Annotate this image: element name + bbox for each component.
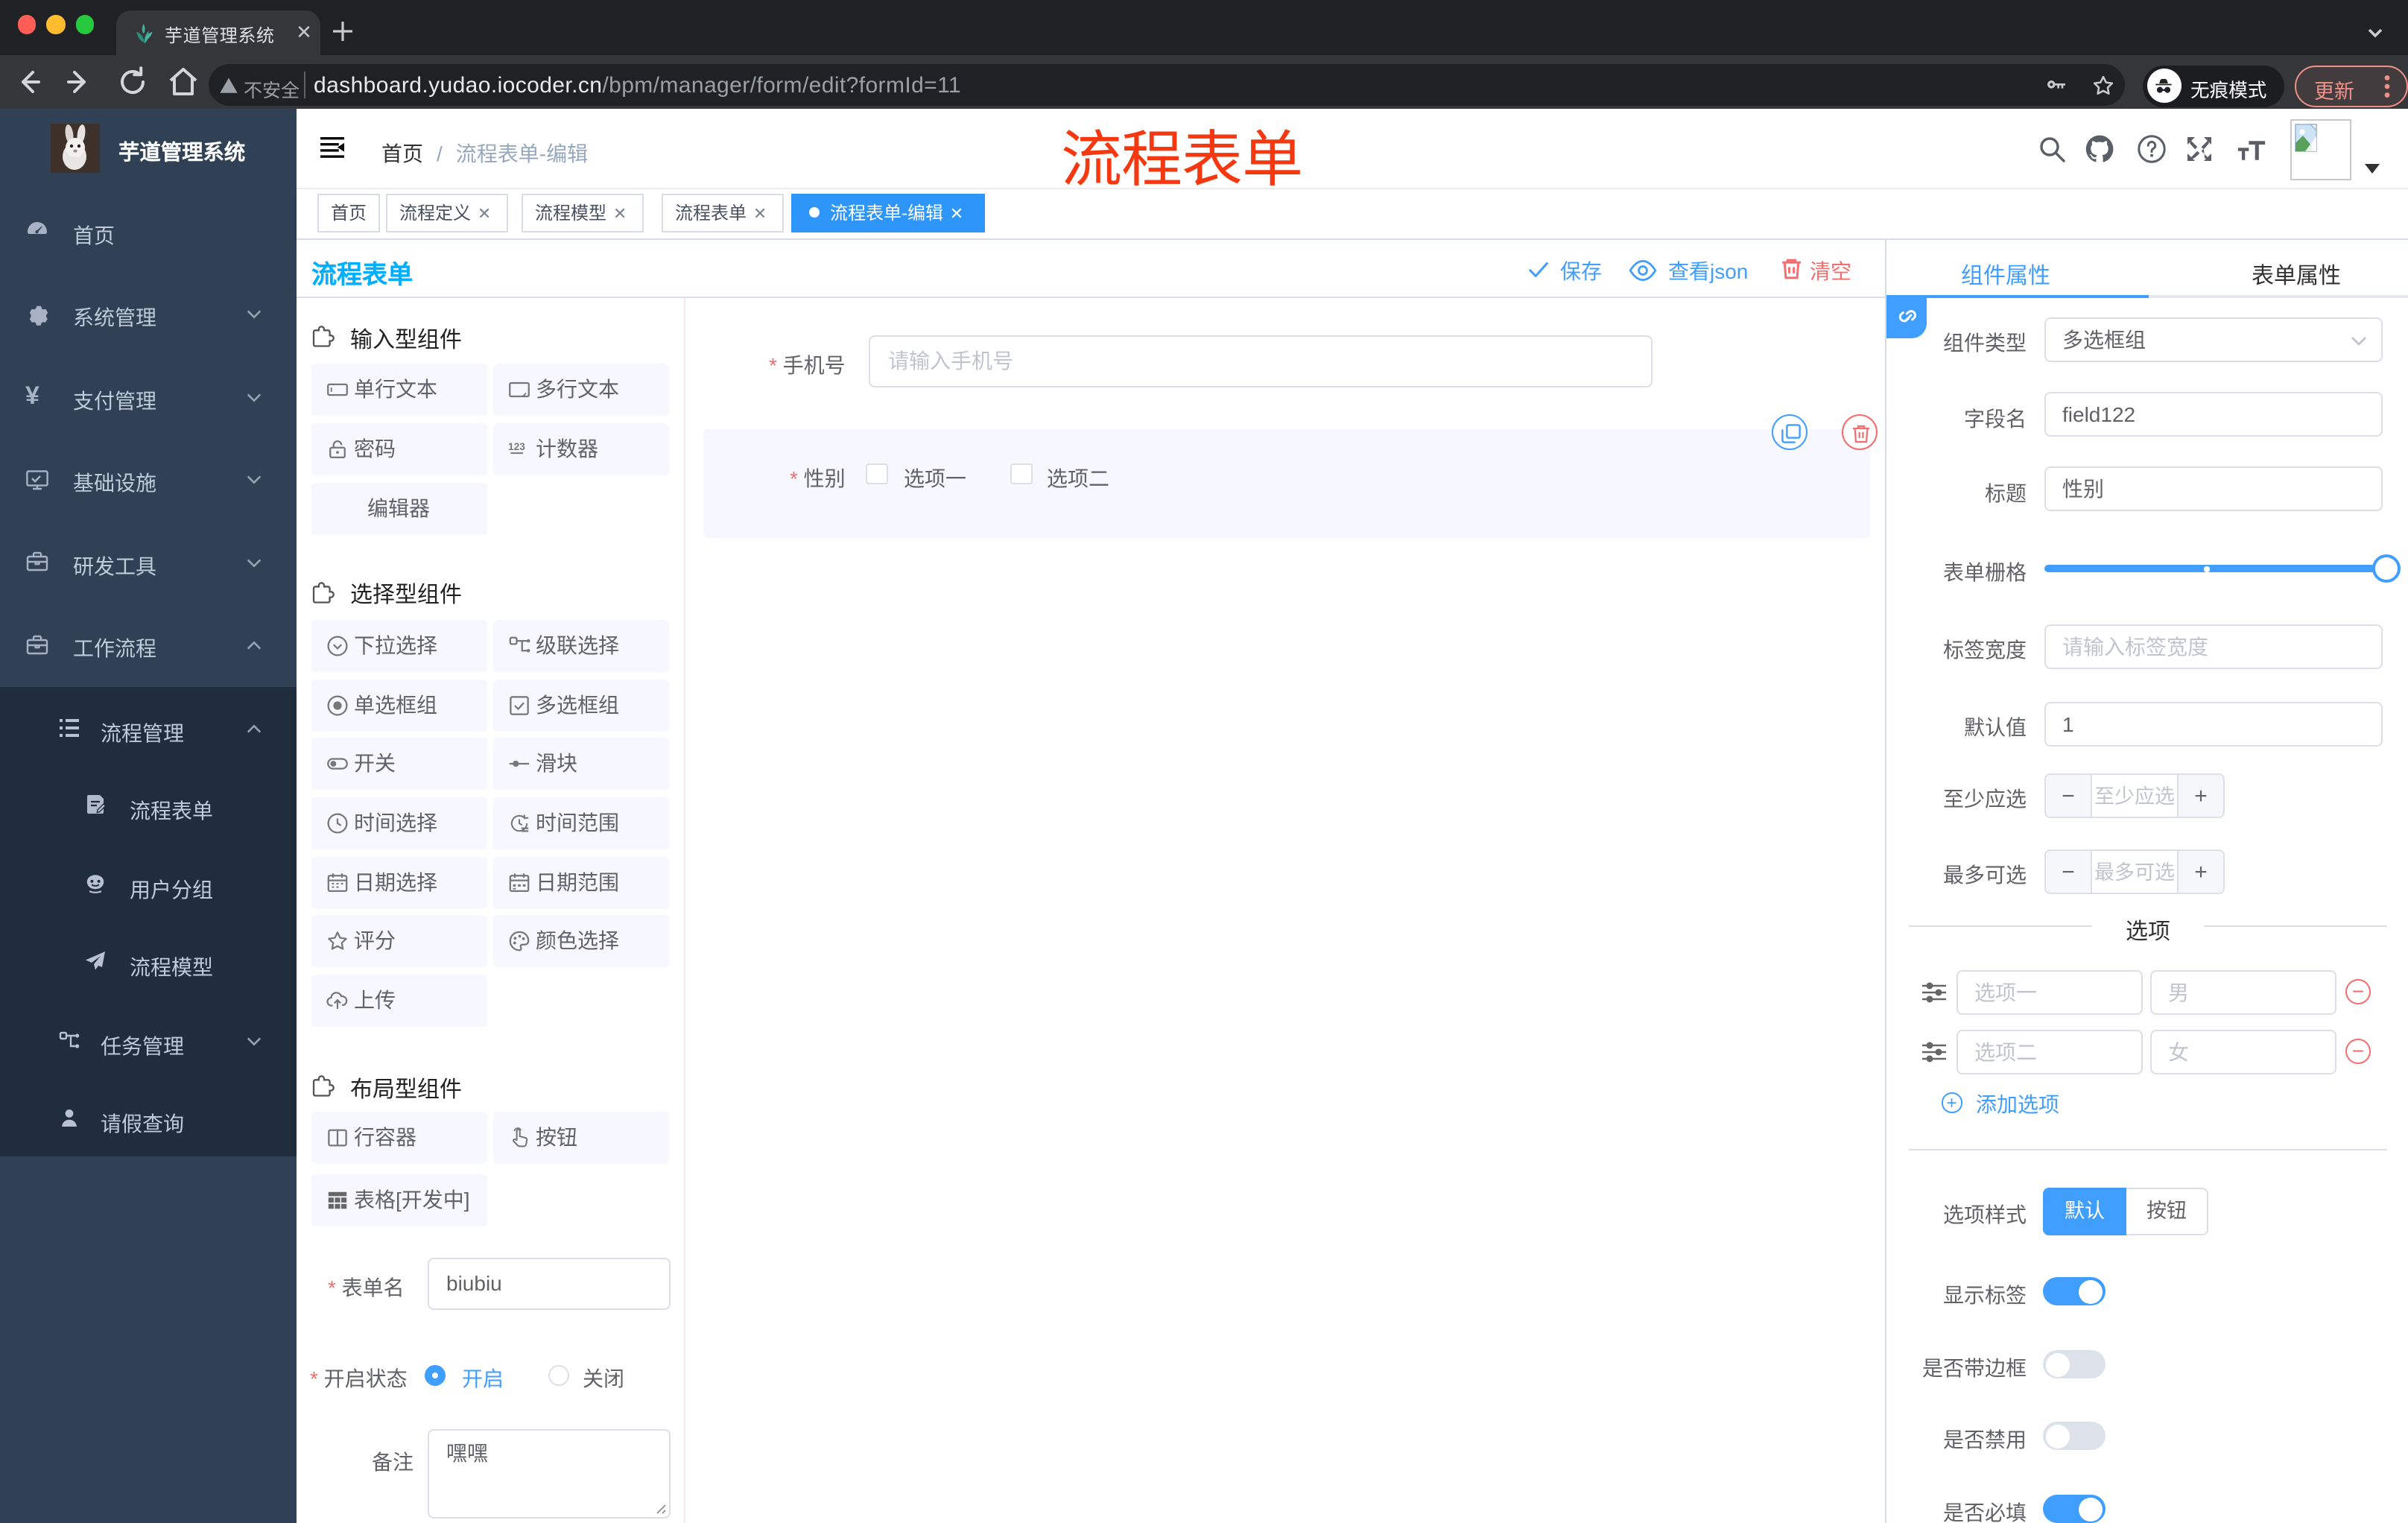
svg-text:123: 123 [507, 441, 525, 452]
